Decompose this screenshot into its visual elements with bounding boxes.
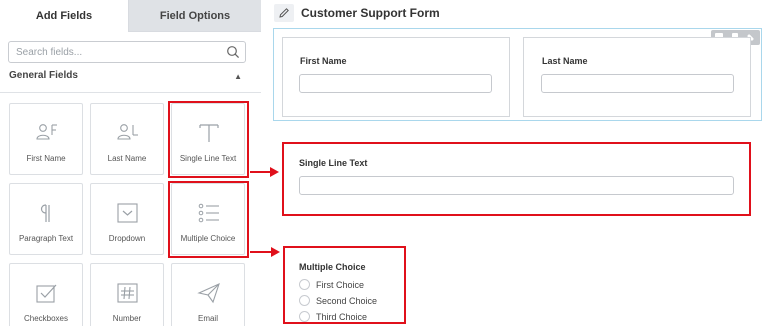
edit-title-button[interactable] xyxy=(274,4,294,22)
field-tile-checkboxes[interactable]: Checkboxes xyxy=(9,263,83,326)
person-last-icon xyxy=(117,124,138,140)
arrow-head-icon xyxy=(270,167,279,177)
field-tile-label: Dropdown xyxy=(108,234,146,243)
panel-tabs: Add Fields Field Options xyxy=(0,0,261,32)
highlight-single-line-text-tile xyxy=(168,101,249,178)
highlight-multiple-choice-tile xyxy=(168,181,249,258)
form-title[interactable]: Customer Support Form xyxy=(301,6,440,20)
field-tile-last-name[interactable]: Last Name xyxy=(90,103,164,175)
arrow-head-icon xyxy=(271,247,280,257)
paper-plane-icon xyxy=(197,282,220,304)
radio-button[interactable] xyxy=(299,311,310,322)
field-tile-label: Email xyxy=(197,314,218,323)
field-tile-number[interactable]: Number xyxy=(90,263,164,326)
radio-button[interactable] xyxy=(299,279,310,290)
arrow-line xyxy=(250,171,271,173)
collapse-caret-icon[interactable]: ▲ xyxy=(234,72,242,81)
field-label: Single Line Text xyxy=(299,158,368,168)
field-tile-paragraph-text[interactable]: Paragraph Text xyxy=(9,183,83,255)
field-label: First Name xyxy=(300,56,347,66)
first-name-input[interactable] xyxy=(299,74,492,93)
section-general-fields[interactable]: General Fields ▲ xyxy=(9,70,245,84)
person-first-icon xyxy=(36,124,57,140)
last-name-input[interactable] xyxy=(541,74,734,93)
field-tile-dropdown[interactable]: Dropdown xyxy=(90,183,164,255)
checkbox-icon xyxy=(36,284,57,303)
fields-panel: Add Fields Field Options General Fields … xyxy=(0,0,261,326)
radio-label: First Choice xyxy=(316,280,365,290)
field-tile-first-name[interactable]: First Name xyxy=(9,103,83,175)
radio-label: Third Choice xyxy=(316,312,368,322)
field-label: Multiple Choice xyxy=(299,262,366,272)
field-tile-label: First Name xyxy=(26,154,66,163)
field-tile-label: Paragraph Text xyxy=(18,234,74,243)
radio-button[interactable] xyxy=(299,295,310,306)
radio-label: Second Choice xyxy=(316,296,378,306)
field-tile-label: Checkboxes xyxy=(23,314,69,323)
dropdown-icon xyxy=(117,203,138,223)
field-tile-label: Number xyxy=(112,314,142,323)
search-box xyxy=(8,41,246,63)
field-tile-email[interactable]: Email xyxy=(171,263,245,326)
field-label: Last Name xyxy=(542,56,588,66)
form-builder: Add Fields Field Options General Fields … xyxy=(0,0,770,326)
divider xyxy=(0,92,261,93)
single-line-text-input[interactable] xyxy=(299,176,734,195)
arrow-line xyxy=(250,251,272,253)
tab-add-fields[interactable]: Add Fields xyxy=(0,0,129,32)
search-icon[interactable] xyxy=(226,45,240,59)
paragraph-icon xyxy=(40,204,50,222)
search-input[interactable] xyxy=(9,42,219,62)
field-tile-label: Last Name xyxy=(107,154,147,163)
hash-icon xyxy=(117,283,138,303)
section-title: General Fields xyxy=(9,70,78,81)
pencil-icon xyxy=(279,8,289,18)
tab-field-options[interactable]: Field Options xyxy=(129,0,261,32)
